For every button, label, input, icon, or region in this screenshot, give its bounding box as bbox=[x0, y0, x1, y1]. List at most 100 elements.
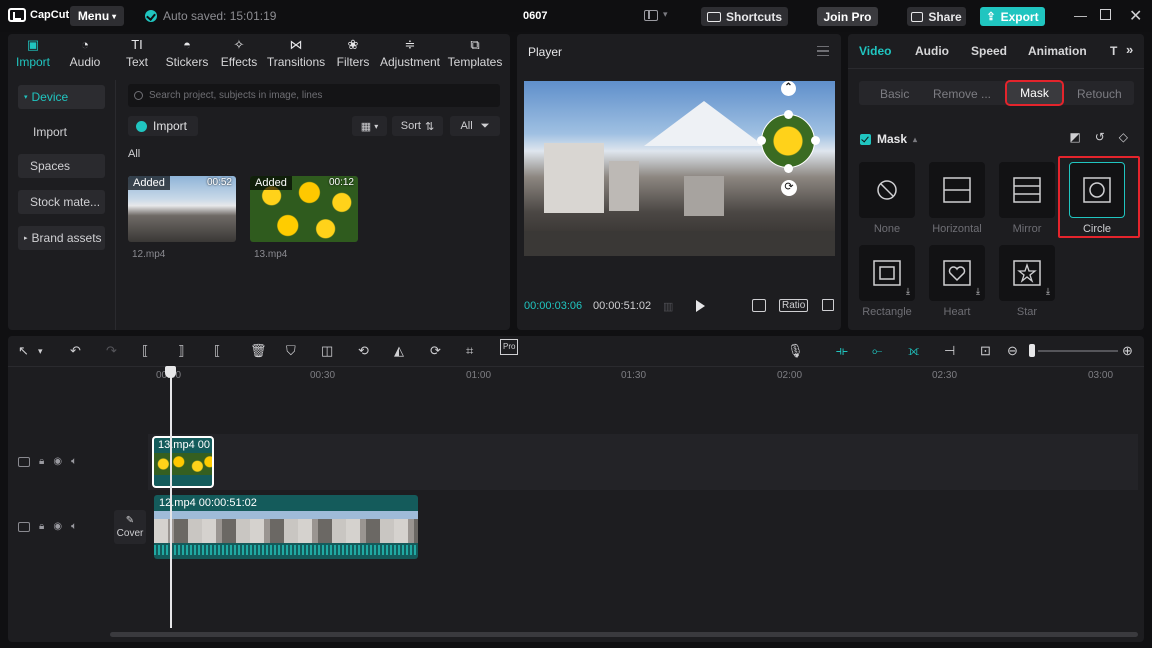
mask-handle[interactable] bbox=[784, 110, 793, 119]
video-preview[interactable]: ⌃ ⟳ bbox=[524, 81, 835, 256]
mask-checkbox[interactable] bbox=[860, 133, 871, 145]
invert-icon[interactable]: ◩ bbox=[1069, 130, 1080, 144]
pro-feature-icon[interactable]: Pro bbox=[500, 339, 519, 355]
playhead[interactable] bbox=[170, 366, 172, 628]
mask-handle[interactable] bbox=[784, 164, 793, 173]
eye-icon[interactable]: ◉ bbox=[53, 521, 62, 532]
speaker-icon[interactable]: 🔈︎ bbox=[71, 521, 77, 532]
ratio-button[interactable]: Ratio bbox=[779, 299, 809, 312]
sidebar-item-spaces[interactable]: Spaces bbox=[18, 154, 105, 178]
maximize-icon[interactable] bbox=[1100, 9, 1111, 20]
menu-button[interactable]: Menu ▾ bbox=[70, 6, 124, 26]
tool-filters[interactable]: ❀ Filters bbox=[335, 34, 371, 70]
mask-mirror[interactable] bbox=[999, 162, 1055, 218]
shortcuts-button[interactable]: Shortcuts bbox=[701, 7, 788, 26]
main-clip[interactable]: 12.mp4 00:00:51:02 bbox=[154, 495, 418, 559]
play-icon[interactable] bbox=[696, 300, 705, 312]
linkage-icon[interactable]: ⟗ bbox=[908, 344, 919, 358]
overlay-track[interactable] bbox=[148, 434, 1138, 490]
mask-horizontal[interactable] bbox=[929, 162, 985, 218]
sort-button[interactable]: Sort ⇅ bbox=[392, 116, 443, 136]
mask-rectangle[interactable]: ⤓ bbox=[859, 245, 915, 301]
zoom-slider[interactable] bbox=[1038, 350, 1118, 352]
import-button[interactable]: Import bbox=[128, 116, 198, 136]
circle-mask-preview[interactable] bbox=[761, 114, 815, 168]
tool-stickers[interactable]: ◓ Stickers bbox=[164, 34, 210, 70]
lock-icon[interactable]: 🔒︎ bbox=[39, 521, 44, 532]
subtab-mask[interactable]: Mask bbox=[1005, 80, 1064, 106]
sidebar-item-stock[interactable]: Stock mate... bbox=[18, 190, 105, 214]
share-button[interactable]: Share bbox=[907, 7, 966, 26]
zoom-in-icon[interactable]: ⊕ bbox=[1122, 344, 1133, 358]
tool-templates[interactable]: ⧉ Templates bbox=[448, 34, 503, 70]
main-track-magnet-icon[interactable]: ⟛ bbox=[836, 344, 848, 358]
overlay-clip[interactable]: 13.mp4 00 bbox=[152, 436, 214, 488]
undo-icon[interactable]: ↶ bbox=[70, 344, 81, 358]
zoom-out-icon[interactable]: ⊖ bbox=[1007, 344, 1018, 358]
speaker-icon[interactable]: 🔈︎ bbox=[71, 456, 77, 467]
media-clip-12[interactable]: Added 00:52 bbox=[128, 176, 236, 242]
crop-icon[interactable]: ⌗ bbox=[466, 344, 473, 358]
mask-star[interactable]: ⤓ bbox=[999, 245, 1055, 301]
tab-animation[interactable]: Animation bbox=[1028, 44, 1087, 58]
keyframe-icon[interactable]: ◇ bbox=[1119, 130, 1128, 144]
microphone-icon[interactable]: 🎙 bbox=[787, 344, 804, 358]
auto-snap-icon[interactable]: ⟜ bbox=[872, 344, 882, 358]
split-left-icon[interactable]: ⟧ bbox=[178, 344, 184, 358]
tool-text[interactable]: TI Text bbox=[118, 34, 156, 70]
freeze-icon[interactable]: ◫ bbox=[321, 344, 333, 358]
join-pro-button[interactable]: Join Pro bbox=[817, 7, 878, 26]
timeline-grid-icon[interactable]: ▥ bbox=[663, 300, 673, 313]
tab-audio[interactable]: Audio bbox=[915, 44, 949, 58]
view-mode-button[interactable]: ▦ ▾ bbox=[352, 116, 387, 136]
subtab-retouch[interactable]: Retouch bbox=[1077, 87, 1122, 101]
mask-handle[interactable] bbox=[757, 136, 766, 145]
media-clip-13[interactable]: Added 00:12 bbox=[250, 176, 358, 242]
playhead-handle[interactable] bbox=[165, 366, 176, 378]
tool-adjustment[interactable]: ≑ Adjustment bbox=[380, 34, 440, 70]
tab-video[interactable]: Video bbox=[859, 44, 891, 58]
tool-import[interactable]: ▣ Import bbox=[14, 34, 52, 70]
sidebar-item-device[interactable]: ▾ Device bbox=[18, 85, 105, 109]
tab-more[interactable]: T bbox=[1110, 44, 1117, 58]
feather-handle-icon[interactable]: ⌃ bbox=[781, 81, 796, 96]
rotate-handle-icon[interactable]: ⟳ bbox=[781, 180, 797, 196]
eye-icon[interactable]: ◉ bbox=[53, 456, 62, 467]
fit-timeline-icon[interactable]: ⊡ bbox=[980, 344, 991, 358]
sidebar-item-brand[interactable]: ▸ Brand assets bbox=[18, 226, 105, 250]
reverse-icon[interactable]: ⟲ bbox=[358, 344, 369, 358]
rotate-icon[interactable]: ⟳ bbox=[430, 344, 441, 358]
mask-handle[interactable] bbox=[811, 136, 820, 145]
fullscreen-icon[interactable] bbox=[822, 299, 834, 311]
layout-chevron-icon[interactable]: ▾ bbox=[663, 9, 668, 20]
mask-heart[interactable]: ⤓ bbox=[929, 245, 985, 301]
minimize-icon[interactable]: — bbox=[1074, 8, 1087, 23]
reset-icon[interactable]: ↺ bbox=[1095, 130, 1105, 144]
fit-view-icon[interactable] bbox=[752, 299, 766, 312]
mask-section-header[interactable]: Mask ▴ bbox=[860, 132, 917, 146]
time-ruler[interactable]: 00:00 00:30 01:00 01:30 02:00 02:30 03:0… bbox=[8, 366, 1144, 384]
subtab-basic[interactable]: Basic bbox=[880, 87, 909, 101]
mirror-icon[interactable]: ◭ bbox=[394, 344, 404, 358]
subtab-remove[interactable]: Remove ... bbox=[933, 87, 991, 101]
tool-transitions[interactable]: ⋈ Transitions bbox=[267, 34, 325, 70]
close-icon[interactable]: ✕ bbox=[1129, 6, 1142, 26]
search-input[interactable]: Search project, subjects in image, lines bbox=[128, 84, 500, 107]
marker-icon[interactable]: ⛉ bbox=[286, 344, 296, 358]
layout-icon[interactable] bbox=[644, 10, 658, 21]
horizontal-scrollbar[interactable] bbox=[110, 632, 1138, 637]
filter-button[interactable]: All ⏷ bbox=[450, 116, 500, 136]
select-cursor-icon[interactable]: ↖ bbox=[18, 344, 29, 358]
split-right-icon[interactable]: ⟦ bbox=[214, 344, 220, 358]
sidebar-item-import[interactable]: Import bbox=[18, 120, 105, 144]
chevrons-right-icon[interactable]: » bbox=[1126, 42, 1133, 57]
export-button[interactable]: ⇪ Export bbox=[980, 7, 1045, 26]
tool-effects[interactable]: ✧ Effects bbox=[219, 34, 259, 70]
tool-audio[interactable]: ◔ Audio bbox=[66, 34, 104, 70]
delete-icon[interactable]: 🗑 bbox=[250, 344, 267, 358]
preview-axis-icon[interactable]: ⊣ bbox=[944, 344, 955, 358]
chevron-down-icon[interactable]: ▾ bbox=[38, 344, 43, 358]
player-menu-icon[interactable] bbox=[817, 46, 829, 56]
cover-button[interactable]: ✎ Cover bbox=[114, 510, 146, 544]
redo-icon[interactable]: ↷ bbox=[106, 344, 117, 358]
